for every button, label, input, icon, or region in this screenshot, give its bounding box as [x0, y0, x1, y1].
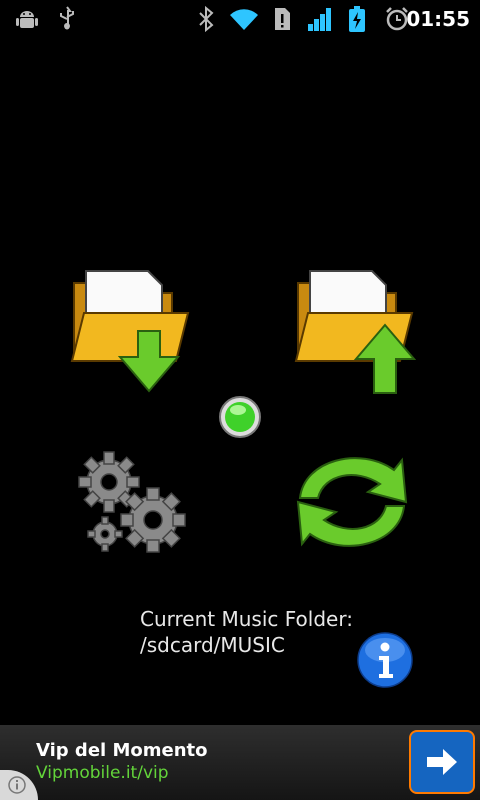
- signal-icon: [308, 8, 331, 31]
- android-debug-icon: [16, 11, 38, 28]
- sim-alert-icon: [275, 8, 290, 30]
- info-button[interactable]: [357, 632, 413, 688]
- wifi-icon: [230, 9, 258, 31]
- ad-title[interactable]: Vip del Momento: [36, 740, 208, 761]
- refresh-arrows-icon: [296, 457, 408, 547]
- battery-charging-icon: [349, 6, 365, 32]
- ad-info-icon: [8, 776, 26, 794]
- status-bar: 01:55: [0, 0, 480, 38]
- folder-download-icon: [70, 270, 190, 393]
- import-folder-button[interactable]: [68, 265, 192, 395]
- gears-icon: [78, 451, 186, 553]
- bluetooth-icon: [199, 6, 214, 32]
- settings-button[interactable]: [75, 450, 187, 558]
- current-folder-info: Current Music Folder: /sdcard/MUSIC: [140, 606, 353, 658]
- info-icon: [357, 632, 413, 688]
- ad-link[interactable]: Vipmobile.it/vip: [36, 763, 169, 783]
- folder-upload-icon: [294, 270, 416, 394]
- export-folder-button[interactable]: [292, 265, 416, 395]
- usb-icon: [60, 6, 74, 30]
- current-folder-path: /sdcard/MUSIC: [140, 633, 285, 657]
- ad-go-button[interactable]: [409, 730, 475, 794]
- sync-button[interactable]: [290, 440, 414, 564]
- arrow-right-icon: [427, 749, 457, 775]
- current-folder-label: Current Music Folder:: [140, 607, 353, 631]
- green-led-icon: [219, 396, 261, 438]
- status-time: 01:55: [406, 7, 470, 31]
